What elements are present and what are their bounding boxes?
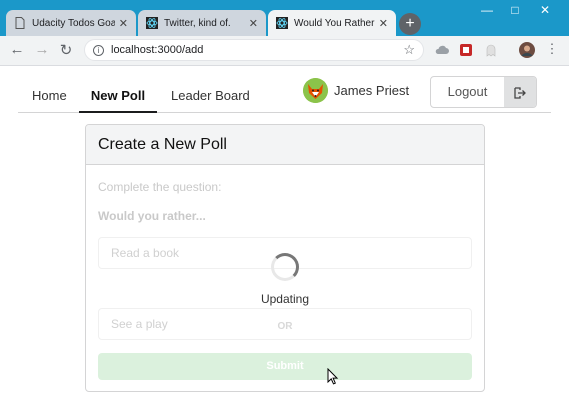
browser-tab-bar: Udacity Todos Goals ✕ Twitter, kind of. … <box>0 0 569 36</box>
would-you-rather-label: Would you rather... <box>98 209 206 223</box>
back-icon[interactable]: ← <box>8 41 26 58</box>
updating-text: Updating <box>260 292 310 306</box>
tab-title: Twitter, kind of. <box>164 17 231 29</box>
logout-label: Logout <box>447 84 488 99</box>
user-name: James Priest <box>334 83 410 98</box>
maximize-button[interactable]: □ <box>505 3 525 17</box>
loading-spinner-icon <box>271 253 299 281</box>
tab-title: Udacity Todos Goals <box>32 17 115 29</box>
card-body: Complete the question: Would you rather.… <box>86 165 484 391</box>
browser-tab-twitter[interactable]: Twitter, kind of. ✕ <box>138 10 266 36</box>
react-icon <box>146 17 158 29</box>
option-two-input[interactable]: See a play <box>98 308 472 340</box>
document-icon <box>14 17 26 29</box>
nav-home[interactable]: Home <box>32 66 67 113</box>
info-icon[interactable]: i <box>93 44 104 56</box>
nav-leader-board[interactable]: Leader Board <box>171 66 250 113</box>
sign-out-icon <box>504 77 536 107</box>
ghost-extension-icon[interactable] <box>484 43 498 57</box>
bookmark-star-icon[interactable]: ☆ <box>403 42 415 58</box>
create-poll-card: Create a New Poll Complete the question:… <box>85 124 485 392</box>
cloud-extension-icon[interactable] <box>435 43 449 57</box>
new-tab-button[interactable]: + <box>399 13 421 35</box>
address-bar[interactable]: i localhost:3000/add ☆ <box>84 39 424 61</box>
close-window-button[interactable]: ✕ <box>535 3 555 17</box>
forward-icon[interactable]: → <box>33 41 51 58</box>
close-tab-icon[interactable]: ✕ <box>119 17 128 30</box>
browser-tab-would-you-rather[interactable]: Would You Rather G ✕ <box>268 10 396 36</box>
react-icon <box>276 17 288 29</box>
close-tab-icon[interactable]: ✕ <box>379 17 388 30</box>
red-extension-icon[interactable] <box>459 43 473 57</box>
question-prompt: Complete the question: <box>98 180 222 194</box>
menu-kebab-icon[interactable]: ⋮ <box>543 41 561 57</box>
logout-button[interactable]: Logout <box>430 76 537 108</box>
fox-avatar-icon <box>303 78 328 103</box>
card-header: Create a New Poll <box>86 125 484 165</box>
address-text: localhost:3000/add <box>111 44 204 56</box>
reload-icon[interactable]: ↻ <box>57 41 75 59</box>
user-info: James Priest <box>303 78 409 103</box>
close-tab-icon[interactable]: ✕ <box>249 17 258 30</box>
nav-new-poll[interactable]: New Poll <box>79 66 157 113</box>
tab-title: Would You Rather G <box>294 17 375 29</box>
submit-button[interactable]: Submit <box>98 353 472 380</box>
minimize-button[interactable]: — <box>477 3 497 17</box>
browser-toolbar: ← → ↻ i localhost:3000/add ☆ ⋮ <box>0 36 569 66</box>
app-nav: Home New Poll Leader Board James Priest … <box>18 66 551 113</box>
mouse-cursor-icon <box>327 368 339 385</box>
profile-avatar-icon[interactable] <box>519 42 535 58</box>
browser-tab-udacity[interactable]: Udacity Todos Goals ✕ <box>6 10 136 36</box>
